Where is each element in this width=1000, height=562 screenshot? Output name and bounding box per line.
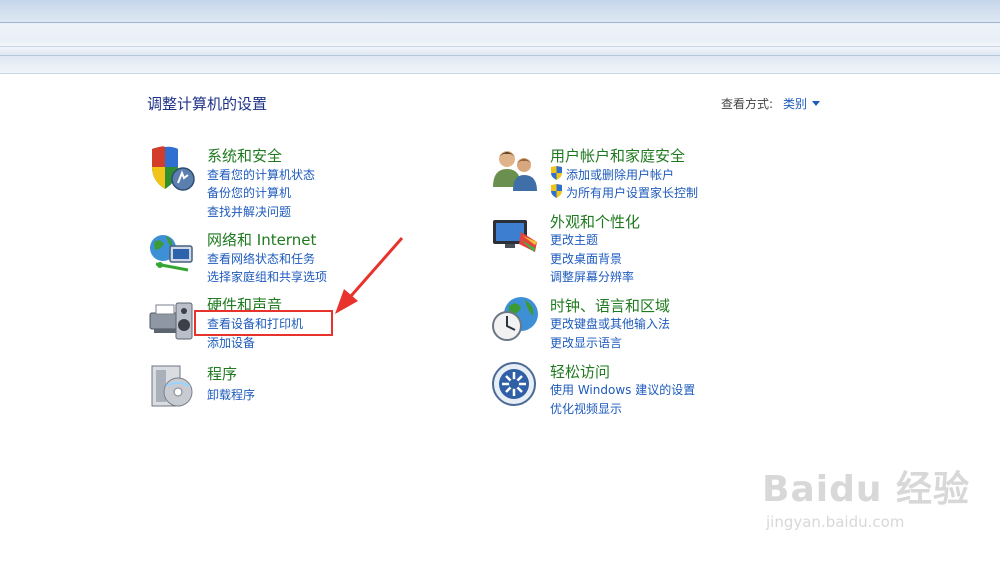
watermark-url: jingyan.baidu.com <box>766 513 905 531</box>
watermark-logo: Baidu 经验 <box>762 469 971 510</box>
